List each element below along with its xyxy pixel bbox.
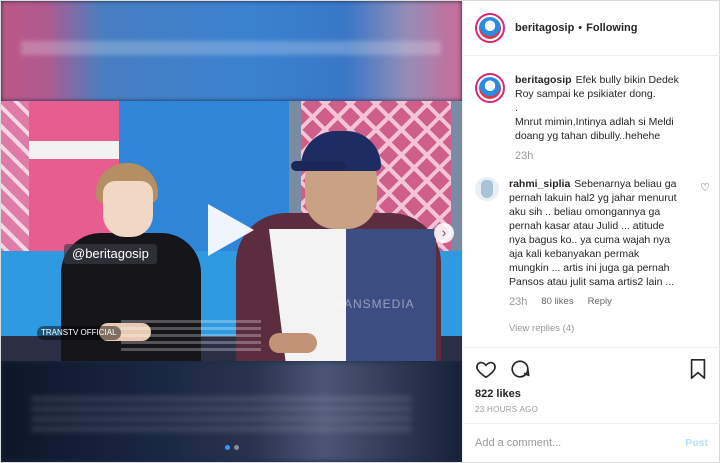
header-username[interactable]: beritagosip [515,22,574,34]
caption: beritagosip Efek bully bikin Dedek Roy sa… [475,73,708,163]
view-replies-link[interactable]: View replies (4) [509,323,708,334]
add-comment-bar: Post [463,423,720,462]
carousel-dots [225,445,239,450]
comment-time[interactable]: 23h [509,295,527,309]
commenter-avatar[interactable] [475,177,499,201]
carousel-dot-active[interactable] [225,445,230,450]
caption-username[interactable]: beritagosip [515,74,572,86]
post-side-panel: beritagosip • Following beritagosip Efek … [462,1,720,462]
comment-like-heart-icon[interactable]: ♡ [700,181,710,194]
chevron-right-icon[interactable]: › [434,223,454,243]
blurred-background-top [1,1,462,101]
video-watermark: TRANSMEDIA [326,297,415,311]
video-subtitle [121,319,261,351]
commenter-username[interactable]: rahmi_siplia [509,178,570,190]
channel-badge: TRANSTV OFFICIAL [37,326,121,340]
likes-count[interactable]: 822 likes [475,388,708,400]
follow-button[interactable]: Following [586,22,637,34]
post-button[interactable]: Post [685,437,708,449]
comment-input[interactable] [475,437,686,449]
comments-section[interactable]: beritagosip Efek bully bikin Dedek Roy sa… [463,57,720,347]
comment-text: Sebenarnya beliau ga pernah lakuin hal2 … [509,178,677,288]
comment-likes[interactable]: 80 likes [541,295,573,309]
heart-icon[interactable] [475,358,497,380]
carousel-dot[interactable] [234,445,239,450]
caption-line-2: . [515,102,518,114]
posted-time[interactable]: 23 HOURS AGO [475,405,708,414]
post-header: beritagosip • Following [463,1,720,56]
header-separator: • [578,22,583,34]
handle-overlay: @beritagosip [64,244,157,264]
caption-avatar[interactable] [475,73,505,103]
caption-time[interactable]: 23h [515,149,533,163]
bookmark-icon[interactable] [688,358,708,380]
caption-line-3: Mnrut mimin,Intinya adlah si Meldi doang… [515,116,674,142]
comment-bubble-icon[interactable] [509,358,531,380]
instagram-post: TRANSMEDIA @beritagosip TRANSTV OFFICIAL… [0,0,720,463]
comment-item: rahmi_siplia Sebenarnya beliau ga pernah … [475,177,710,309]
avatar[interactable] [475,13,505,43]
post-media[interactable]: TRANSMEDIA @beritagosip TRANSTV OFFICIAL… [1,1,462,462]
post-actions: 822 likes 23 HOURS AGO [463,347,720,432]
play-icon[interactable] [208,204,254,256]
reply-button[interactable]: Reply [588,295,612,309]
